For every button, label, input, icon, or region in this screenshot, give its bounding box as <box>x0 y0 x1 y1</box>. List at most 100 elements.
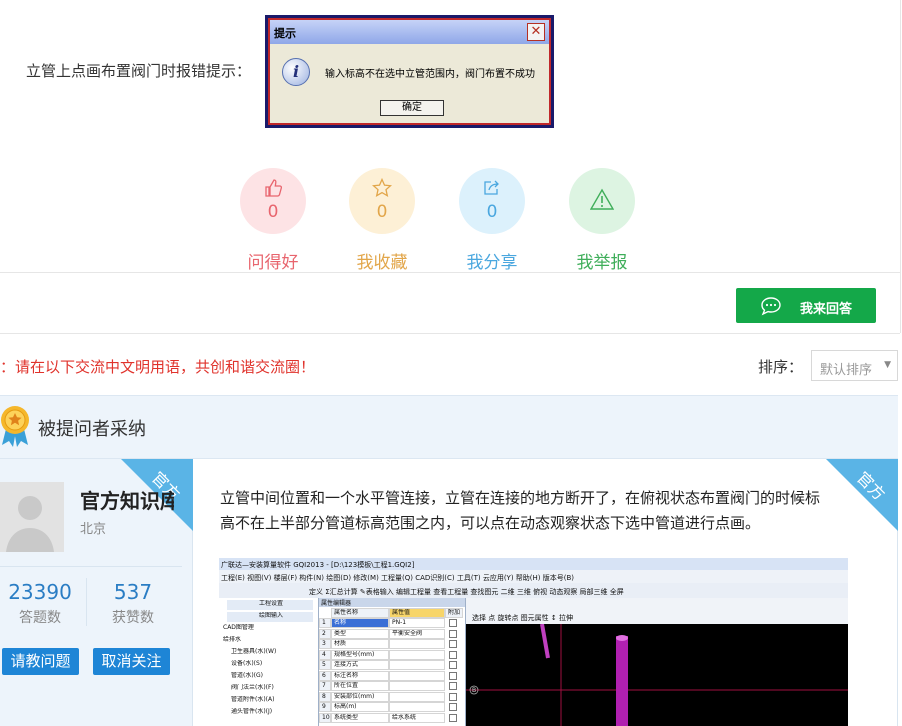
shot-props-header-cell: 附加 <box>445 608 463 618</box>
shot-properties: 属性编辑器 属性名称 属性值 附加 1 名称 PN-1 2 类型 平衡安全阀 3 材质 4 规格型号(m… <box>319 598 466 726</box>
shot-module-tree: 工程设置绘图输入 CAD图管理 给排水卫生器具(水)(W) 设备(水)(S) 管道(水)… <box>219 598 319 726</box>
sort-label: 排序： <box>758 358 804 376</box>
ask-question-button[interactable]: 请教问题 <box>2 648 79 675</box>
share-label[interactable]: 我分享 <box>437 248 547 273</box>
shot-canvas-toolbar: 选择 点 旋转点 图元属性 ↕ 拉伸 <box>472 614 573 622</box>
answer-button[interactable]: 我来回答 <box>736 288 876 323</box>
divider <box>86 578 87 626</box>
shot-title: 广联达—安装算量软件 GQI2013 - [D:\123模板\工程1.GQI2] <box>221 561 415 569</box>
favorite-circle[interactable]: 0 <box>349 168 415 234</box>
shot-tree-item: 给排水 <box>223 636 242 643</box>
shot-props-cell: 连接方式 <box>331 660 389 670</box>
shot-props-cell: 标注名称 <box>331 670 389 681</box>
shot-props-cell: 规格型号(mm) <box>331 649 389 660</box>
shot-row-number: 3 <box>319 639 331 649</box>
answer-text: 立管中间位置和一个水平管连接，立管在连接的地方断开了，在俯视状态布置阀门的时候标… <box>220 489 821 532</box>
shot-checkbox <box>449 692 457 701</box>
shot-checkbox <box>449 661 457 669</box>
shot-props-cell: 名称 <box>331 618 389 628</box>
chevron-down-icon: ▼ <box>884 360 891 370</box>
user-name[interactable]: 官方知识库 <box>80 485 174 514</box>
pipe-drawing: B <box>466 623 848 726</box>
user-location: 北京 <box>80 522 107 537</box>
report-label[interactable]: 我举报 <box>547 248 657 273</box>
right-border <box>900 0 901 333</box>
shot-props-cell <box>389 639 445 649</box>
shot-props-header-cell: 属性值 <box>389 608 445 618</box>
shot-tree-item: 管道附件(水)(A) <box>231 696 275 703</box>
shot-checkbox <box>449 682 457 690</box>
shot-tree-item: CAD图管理 <box>223 624 254 631</box>
avatar[interactable] <box>0 482 64 552</box>
shot-toolbar-text: 定义 Σ汇总计算 ✎表格输入 编辑工程量 查看工程量 查找图元 二维 三维 俯视… <box>309 588 624 596</box>
shot-titlebar: 广联达—安装算量软件 GQI2013 - [D:\123模板\工程1.GQI2] <box>219 558 848 570</box>
shot-props-cell <box>389 660 445 670</box>
shot-checkbox <box>449 640 457 648</box>
like-label[interactable]: 问得好 <box>218 248 328 273</box>
shot-props-cell <box>389 649 445 660</box>
civility-notice: ：请在以下交流中文明用语，共创和谐交流圈！ <box>0 358 316 376</box>
divider <box>0 566 182 567</box>
shot-menu: 工程(E) 视图(V) 楼层(F) 构件(N) 绘图(D) 修改(M) 工程量(… <box>221 574 575 582</box>
favorite-label[interactable]: 我收藏 <box>327 248 437 273</box>
sort-select[interactable]: 默认排序 ▼ <box>811 350 898 381</box>
star-icon <box>372 178 392 198</box>
favorite-count: 0 <box>376 202 388 222</box>
unfollow-button[interactable]: 取消关注 <box>93 648 170 675</box>
report-circle[interactable] <box>569 168 635 234</box>
favorite-action[interactable]: 0 我收藏 <box>327 168 437 273</box>
shot-checkbox <box>449 671 457 680</box>
svg-text:B: B <box>472 687 476 694</box>
shot-props-cell: 平衡安全阀 <box>389 628 445 639</box>
shot-tree-item: 工程设置 <box>227 600 313 610</box>
answer-button-label: 我来回答 <box>800 302 853 317</box>
shot-tree-item: 管道(水)(G) <box>231 672 264 679</box>
share-action[interactable]: 0 我分享 <box>437 168 547 273</box>
medal-icon <box>1 406 29 447</box>
shot-canvas: B <box>466 623 848 726</box>
shot-row-number: 2 <box>319 628 331 639</box>
error-dialog-image: 提示 ✕ i 输入标高不在选中立管范围内，阀门布置不成功 确定 <box>265 15 554 128</box>
shot-viewport: 选择 点 旋转点 图元属性 ↕ 拉伸 B <box>466 598 848 726</box>
like-count: 0 <box>267 202 279 222</box>
shot-props-cell: 类型 <box>331 628 389 639</box>
like-action[interactable]: 0 问得好 <box>218 168 328 273</box>
shot-menubar: 工程(E) 视图(V) 楼层(F) 构件(N) 绘图(D) 修改(M) 工程量(… <box>219 570 848 583</box>
user-silhouette-icon <box>6 496 54 552</box>
shot-tree-item: 卫生器具(水)(W) <box>231 648 277 655</box>
shot-props-cell: 所在位置 <box>331 681 389 691</box>
shot-props-title: 属性编辑器 <box>319 598 465 607</box>
dialog-title: 提示 <box>274 27 296 40</box>
official-ribbon: 官方 <box>826 459 898 531</box>
shot-row-number: 4 <box>319 649 331 660</box>
shot-props-cell: 系统类型 <box>331 712 389 723</box>
report-action[interactable]: 我举报 <box>547 168 657 273</box>
divider <box>0 333 900 334</box>
shot-toolbar: 定义 Σ汇总计算 ✎表格输入 编辑工程量 查看工程量 查找图元 二维 三维 俯视… <box>219 583 848 599</box>
share-circle[interactable]: 0 <box>459 168 525 234</box>
shot-props-cell: PN-1 <box>389 618 445 628</box>
sort-value: 默认排序 <box>820 363 873 378</box>
info-icon: i <box>282 58 310 86</box>
shot-row-number: 9 <box>319 702 331 712</box>
shot-props-cell: 标高(m) <box>331 702 389 712</box>
shot-row-number: 10 <box>319 712 331 723</box>
answers-label: 答题数 <box>19 610 61 626</box>
shot-props-cell <box>389 681 445 691</box>
share-count: 0 <box>486 202 498 222</box>
thumbs-up-icon <box>265 179 283 197</box>
shot-tree-item: 设备(水)(S) <box>231 660 263 667</box>
software-screenshot: 广联达—安装算量软件 GQI2013 - [D:\123模板\工程1.GQI2]… <box>219 558 848 726</box>
shot-row-number: 5 <box>319 660 331 670</box>
dialog-titlebar: 提示 ✕ <box>270 20 549 44</box>
like-circle[interactable]: 0 <box>240 168 306 234</box>
shot-props-cell: 给水系统 <box>389 712 445 723</box>
shot-checkbox <box>449 650 457 659</box>
shot-row-number: 1 <box>319 618 331 628</box>
shot-props-header-cell: 属性名称 <box>331 608 389 618</box>
shot-checkbox <box>449 629 457 638</box>
shot-tree-item: 绘图输入 <box>227 612 313 622</box>
dialog-message: 输入标高不在选中立管范围内，阀门布置不成功 <box>325 69 535 80</box>
shot-props-cell <box>389 702 445 712</box>
shot-row-number: 7 <box>319 681 331 691</box>
